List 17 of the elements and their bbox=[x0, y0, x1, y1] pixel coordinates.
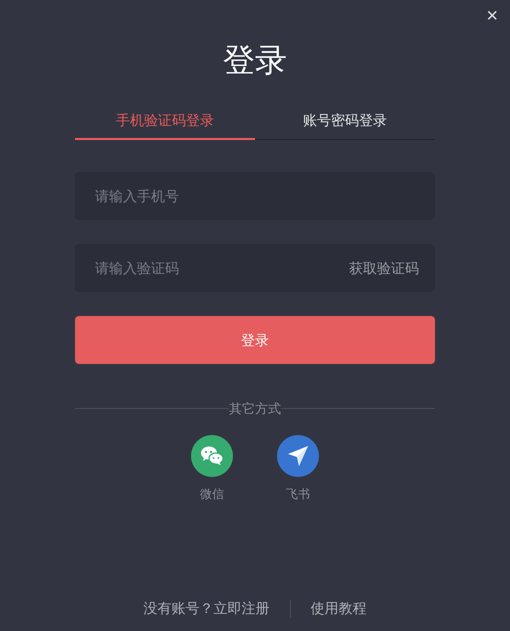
code-field[interactable]: 请输入验证码 获取验证码 bbox=[75, 244, 435, 292]
tutorial-link[interactable]: 使用教程 bbox=[310, 598, 366, 619]
divider-label: 其它方式 bbox=[229, 402, 281, 415]
dialog-title: 登录 bbox=[223, 41, 287, 80]
register-link[interactable]: 没有账号？立即注册 bbox=[144, 598, 270, 619]
social-login-button[interactable] bbox=[277, 435, 319, 477]
phone-field[interactable]: 请输入手机号 bbox=[75, 172, 435, 220]
close-button[interactable]: × bbox=[486, 6, 498, 26]
login-button[interactable]: 登录 bbox=[75, 316, 435, 364]
get-code-button[interactable]: 获取验证码 bbox=[349, 258, 419, 278]
chat-bubbles-icon bbox=[200, 445, 224, 467]
social-login-label: 微信 bbox=[200, 486, 224, 503]
social-login-label: 飞书 bbox=[286, 486, 310, 503]
login-tab[interactable]: 手机验证码登录 bbox=[75, 102, 255, 140]
social-login-button[interactable] bbox=[191, 435, 233, 477]
login-tab[interactable]: 账号密码登录 bbox=[255, 102, 435, 140]
paper-plane-icon bbox=[287, 445, 309, 467]
